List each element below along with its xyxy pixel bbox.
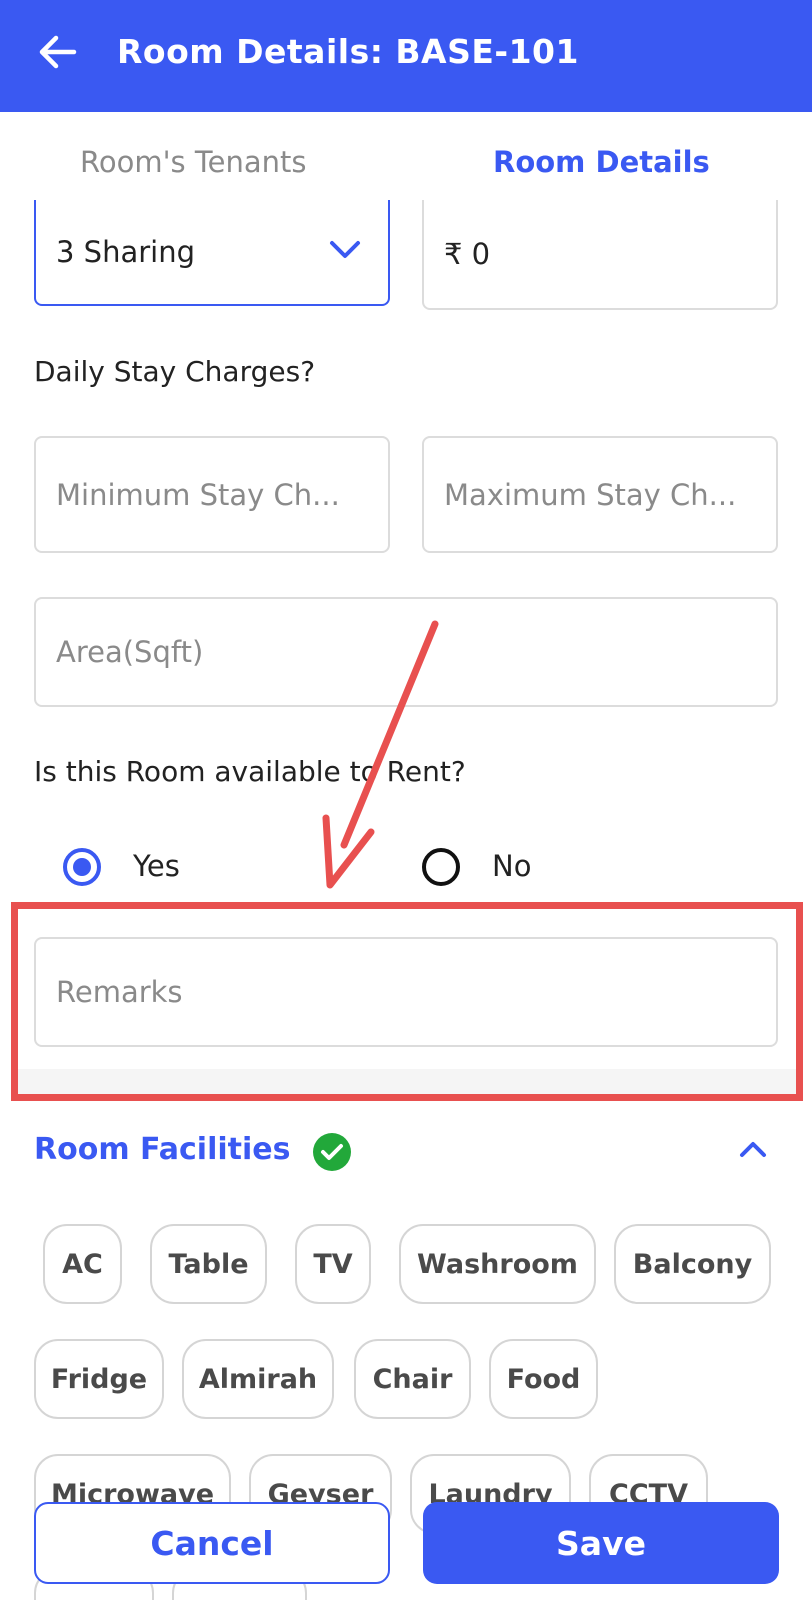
radio-yes[interactable] [63,848,101,886]
save-button[interactable]: Save [423,1502,779,1584]
room-facilities-title: Room Facilities [34,1132,291,1167]
chevron-up-icon[interactable] [738,1138,768,1160]
maximum-stay-charge-input[interactable]: Maximum Stay Ch... [422,436,778,553]
cancel-button[interactable]: Cancel [34,1502,390,1584]
radio-no-label: No [492,849,532,883]
facility-chip-tv[interactable]: TV [295,1224,371,1304]
facility-chip-washroom[interactable]: Washroom [399,1224,596,1304]
facility-chip-food[interactable]: Food [489,1339,598,1419]
facility-chip-fridge[interactable]: Fridge [34,1339,164,1419]
available-to-rent-label: Is this Room available to Rent? [34,755,466,788]
sharing-value: 3 Sharing [56,235,195,269]
minimum-stay-placeholder: Minimum Stay Ch... [56,477,340,512]
maximum-stay-placeholder: Maximum Stay Ch... [444,477,737,512]
check-circle-icon [313,1133,351,1171]
tab-room-details[interactable]: Room Details [493,142,710,182]
radio-no[interactable] [422,848,460,886]
facility-chip-table[interactable]: Table [150,1224,267,1304]
minimum-stay-charge-input[interactable]: Minimum Stay Ch... [34,436,390,553]
rent-value: ₹ 0 [444,237,491,271]
app-bar: Room Details: BASE-101 [0,0,812,112]
facility-chip-chair[interactable]: Chair [354,1339,471,1419]
facility-chip-balcony[interactable]: Balcony [614,1224,771,1304]
facility-chip-almirah[interactable]: Almirah [182,1339,334,1419]
back-button[interactable] [36,30,80,74]
arrow-left-icon [39,35,77,69]
page-title: Room Details: BASE-101 [117,32,579,71]
sharing-select[interactable]: 3 Sharing [34,200,390,306]
annotation-highlight-box [11,902,803,1101]
chevron-down-icon [330,241,360,258]
radio-yes-label: Yes [133,849,180,883]
tab-rooms-tenants[interactable]: Room's Tenants [80,142,307,182]
area-placeholder: Area(Sqft) [56,635,204,669]
rent-input[interactable]: ₹ 0 [422,200,778,310]
area-input[interactable]: Area(Sqft) [34,597,778,707]
facility-chip-ac[interactable]: AC [43,1224,122,1304]
daily-stay-label: Daily Stay Charges? [34,355,316,388]
tab-bar: Room's Tenants Room Details [0,112,812,212]
